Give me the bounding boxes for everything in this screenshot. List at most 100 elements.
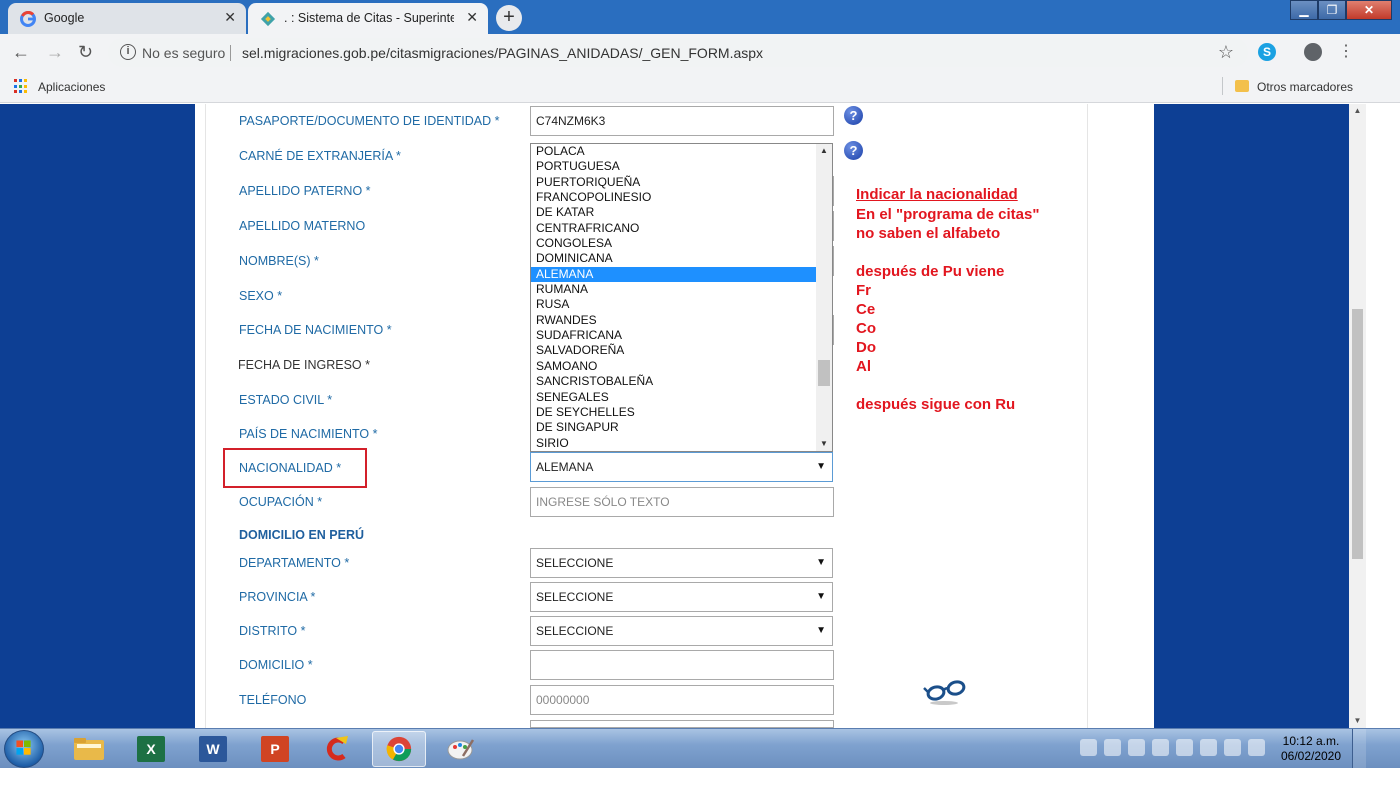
- dropdown-option[interactable]: CONGOLESA: [531, 236, 817, 251]
- dropdown-option[interactable]: SUDAFRICANA: [531, 328, 817, 343]
- nacionalidad-dropdown-list[interactable]: POLACA PORTUGUESA PUERTORIQUEÑA FRANCOPOLIN…: [530, 143, 833, 452]
- pasaporte-input[interactable]: C74NZM6K3: [530, 106, 834, 136]
- tab-sistema-citas[interactable]: . : Sistema de Citas - Superintendencia …: [248, 3, 488, 34]
- forward-arrow-icon[interactable]: →: [46, 42, 64, 63]
- tab-google[interactable]: Google ✕: [8, 3, 246, 34]
- annotation-line: Indicar la nacionalidad: [856, 186, 1018, 203]
- dropdown-option[interactable]: CENTRAFRICANO: [531, 221, 817, 236]
- minimize-icon[interactable]: ▁: [1290, 0, 1318, 20]
- taskbar-paint[interactable]: [434, 731, 488, 767]
- scroll-down-icon[interactable]: ▼: [816, 437, 832, 451]
- printer-icon[interactable]: [1200, 739, 1217, 756]
- volume-icon[interactable]: [1176, 739, 1193, 756]
- label-departamento: DEPARTAMENTO *: [239, 556, 350, 570]
- close-window-icon[interactable]: ✕: [1346, 0, 1392, 20]
- dropdown-option[interactable]: RUSA: [531, 297, 817, 312]
- taskbar-powerpoint[interactable]: P: [248, 731, 302, 767]
- taskbar-ccleaner[interactable]: [310, 731, 364, 767]
- help-icon[interactable]: ?: [844, 141, 863, 160]
- scroll-up-icon[interactable]: ▲: [1349, 104, 1366, 118]
- dropdown-scrollbar[interactable]: ▲ ▼: [816, 144, 832, 451]
- browser-toolbar: ← → ↻ i No es seguro sel.migraciones.gob…: [0, 34, 1400, 71]
- excel-icon: X: [137, 736, 165, 762]
- address-bar[interactable]: i No es seguro sel.migraciones.gob.pe/ci…: [108, 38, 1248, 67]
- start-button[interactable]: [4, 730, 44, 768]
- scroll-thumb[interactable]: [1352, 309, 1363, 559]
- bookmarks-divider: [1222, 77, 1223, 95]
- profile-avatar-icon[interactable]: [1304, 43, 1322, 61]
- chevron-down-icon: ▼: [816, 461, 826, 472]
- distrito-select[interactable]: SELECCIONE ▼: [530, 616, 833, 646]
- label-estado-civil: ESTADO CIVIL *: [239, 393, 333, 407]
- scroll-thumb[interactable]: [818, 360, 830, 386]
- domicilio-input[interactable]: [530, 650, 834, 680]
- taskbar-clock[interactable]: 10:12 a.m. 06/02/2020: [1278, 734, 1344, 764]
- bookmark-other[interactable]: Otros marcadores: [1257, 80, 1353, 94]
- info-icon[interactable]: i: [120, 44, 136, 60]
- security-shield-icon[interactable]: [1104, 739, 1121, 756]
- show-desktop-button[interactable]: [1352, 729, 1366, 769]
- dropdown-option[interactable]: SAMOANO: [531, 359, 817, 374]
- reload-icon[interactable]: ↻: [78, 42, 93, 63]
- annotation-line: Ce: [856, 301, 876, 318]
- bookmark-star-icon[interactable]: ☆: [1218, 42, 1234, 63]
- network-icon[interactable]: [1080, 739, 1097, 756]
- help-icon[interactable]: ?: [844, 106, 863, 125]
- dropdown-option[interactable]: DE SEYCHELLES: [531, 405, 817, 420]
- skype-icon[interactable]: S: [1258, 43, 1276, 61]
- scroll-down-icon[interactable]: ▼: [1349, 714, 1366, 728]
- dropdown-option[interactable]: DE SINGAPUR: [531, 420, 817, 435]
- label-sexo: SEXO *: [239, 289, 283, 303]
- next-field-input[interactable]: [530, 720, 834, 728]
- system-tray: [1080, 739, 1265, 759]
- label-distrito: DISTRITO *: [239, 624, 306, 638]
- close-icon[interactable]: ✕: [466, 9, 478, 26]
- departamento-select[interactable]: SELECCIONE ▼: [530, 548, 833, 578]
- dropdown-option[interactable]: FRANCOPOLINESIO: [531, 190, 817, 205]
- tab-title: . : Sistema de Citas - Superintendencia: [284, 11, 454, 25]
- nacionalidad-select[interactable]: ALEMANA ▼: [530, 452, 833, 482]
- dropdown-option[interactable]: SENEGALES: [531, 390, 817, 405]
- menu-kebab-icon[interactable]: ⋮: [1338, 41, 1354, 61]
- powerpoint-icon: P: [261, 736, 289, 762]
- tab-title: Google: [44, 11, 85, 25]
- dropdown-option[interactable]: RUMANA: [531, 282, 817, 297]
- close-icon[interactable]: ✕: [224, 9, 236, 26]
- dropdown-option[interactable]: DE KATAR: [531, 205, 817, 220]
- muted-speaker-icon[interactable]: [1152, 739, 1169, 756]
- annotation-line: Fr: [856, 282, 871, 299]
- bookmark-apps[interactable]: Aplicaciones: [38, 80, 105, 94]
- dropdown-option[interactable]: SALVADOREÑA: [531, 343, 817, 358]
- taskbar-word[interactable]: W: [186, 731, 240, 767]
- label-domicilio: DOMICILIO *: [239, 658, 313, 672]
- taskbar-excel[interactable]: X: [124, 731, 178, 767]
- taskbar-explorer[interactable]: [62, 731, 116, 767]
- chrome-icon: [386, 736, 412, 762]
- annotation-line: Do: [856, 339, 876, 356]
- action-center-flag-icon[interactable]: [1248, 739, 1265, 756]
- apps-grid-icon[interactable]: [14, 79, 29, 94]
- page-scrollbar[interactable]: ▲ ▼: [1349, 104, 1366, 728]
- dropdown-option[interactable]: RWANDES: [531, 313, 817, 328]
- dropdown-option[interactable]: PUERTORIQUEÑA: [531, 175, 817, 190]
- dropdown-option[interactable]: SIRIO: [531, 436, 817, 451]
- dropdown-option[interactable]: POLACA: [531, 144, 817, 159]
- dropdown-option[interactable]: ALEMANA: [531, 266, 817, 283]
- scroll-up-icon[interactable]: ▲: [816, 144, 832, 158]
- provincia-select[interactable]: SELECCIONE ▼: [530, 582, 833, 612]
- url-text[interactable]: sel.migraciones.gob.pe/citasmigraciones/…: [242, 45, 763, 61]
- dropdown-option[interactable]: SANCRISTOBALEÑA: [531, 374, 817, 389]
- display-icon[interactable]: [1128, 739, 1145, 756]
- back-arrow-icon[interactable]: ←: [12, 42, 30, 63]
- ocupacion-input[interactable]: INGRESE SÓLO TEXTO: [530, 487, 834, 517]
- new-tab-button[interactable]: +: [496, 5, 522, 31]
- annotation-line: Co: [856, 320, 876, 337]
- telefono-input[interactable]: 00000000: [530, 685, 834, 715]
- taskbar-chrome[interactable]: [372, 731, 426, 767]
- dropdown-option[interactable]: PORTUGUESA: [531, 159, 817, 174]
- label-ocupacion: OCUPACIÓN *: [239, 495, 323, 509]
- dropdown-option[interactable]: DOMINICANA: [531, 251, 817, 266]
- security-label[interactable]: No es seguro: [142, 45, 225, 61]
- maximize-icon[interactable]: ❐: [1318, 0, 1346, 20]
- connection-icon[interactable]: [1224, 739, 1241, 756]
